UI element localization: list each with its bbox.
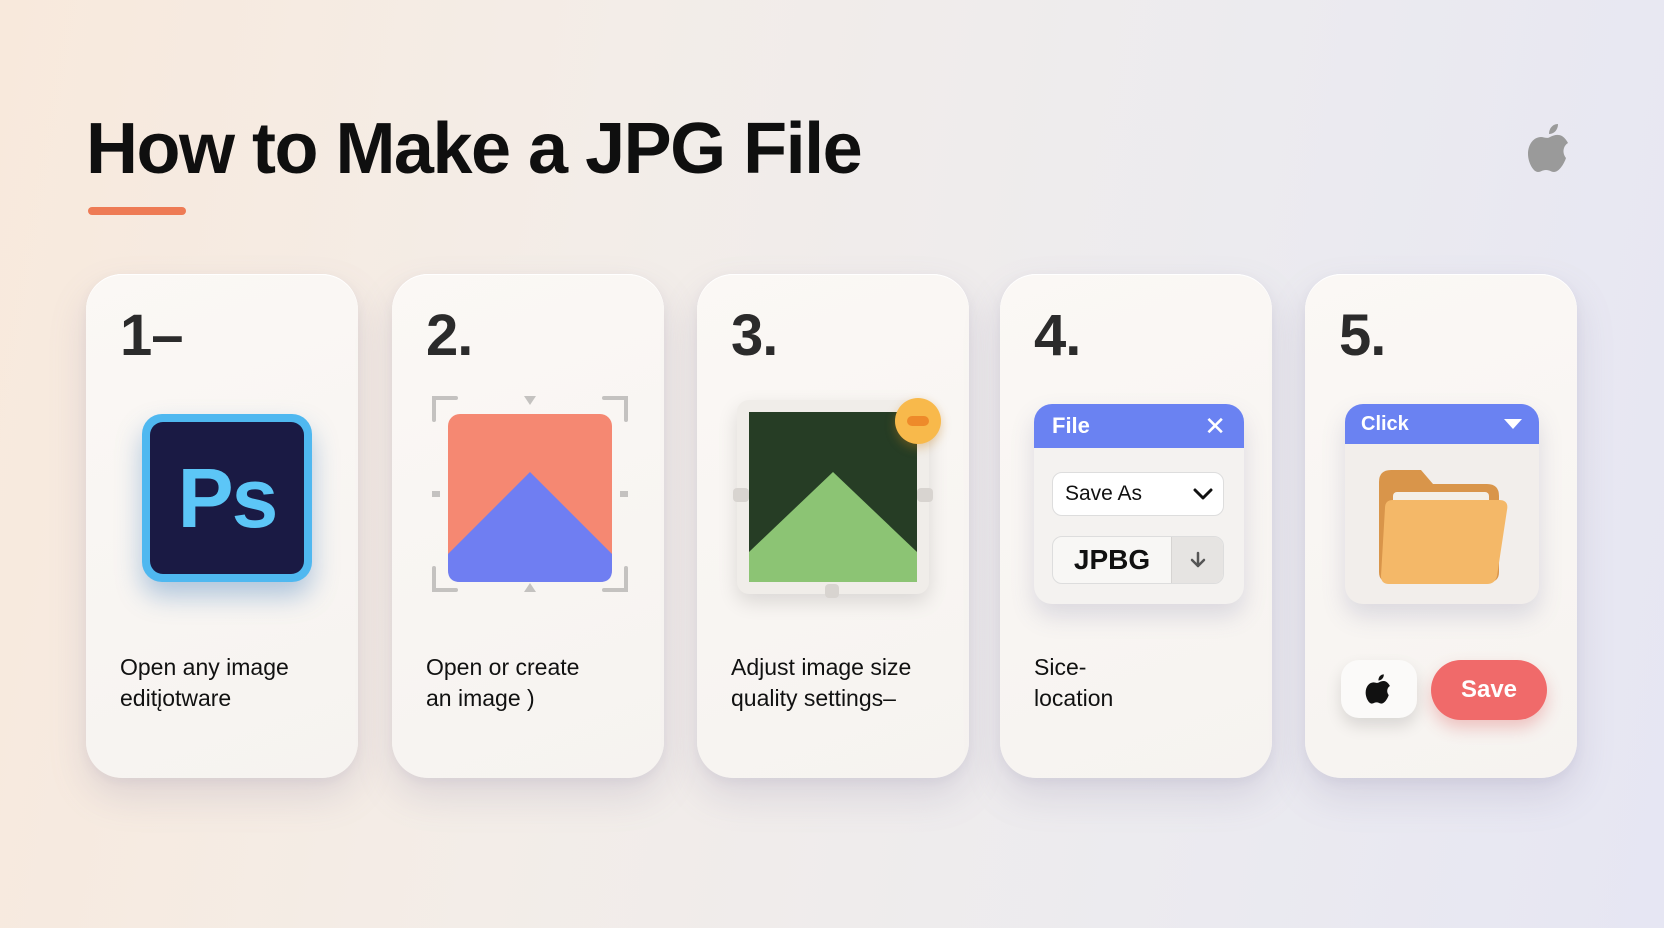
step-description-line: location bbox=[1034, 685, 1114, 711]
save-dialog: File ✕ Save As JPBG bbox=[1034, 404, 1244, 604]
close-icon[interactable]: ✕ bbox=[1204, 413, 1226, 439]
apple-logo-icon bbox=[1528, 124, 1568, 172]
image-crop-icon bbox=[432, 396, 628, 592]
dialog-header: File ✕ bbox=[1034, 404, 1244, 448]
caret-down-icon bbox=[1504, 419, 1522, 429]
step-description-line: an image ) bbox=[426, 685, 535, 711]
step-card-1: 1– Ps Open any image editįotware bbox=[86, 274, 358, 778]
dialog-title: File bbox=[1052, 413, 1090, 438]
step-card-4: 4. File ✕ Save As JPBG Sice- location bbox=[1000, 274, 1272, 778]
step-description: Open any image editįotware bbox=[120, 652, 350, 714]
save-as-label: Save As bbox=[1065, 482, 1143, 505]
step-card-5: 5. Click Save bbox=[1305, 274, 1577, 778]
format-select[interactable]: JPBG bbox=[1052, 536, 1224, 584]
save-button[interactable]: Save bbox=[1431, 660, 1547, 720]
step-description: Adjust image size quality settings– bbox=[731, 652, 961, 714]
step-description-line: Open any image bbox=[120, 654, 289, 680]
page-title: How to Make a JPG File bbox=[86, 109, 863, 189]
step-number: 3. bbox=[731, 303, 778, 368]
step-card-3: 3. Adjust image size quality settings– bbox=[697, 274, 969, 778]
step-description-line: Adjust image size bbox=[731, 654, 912, 680]
resize-handle-bottom[interactable] bbox=[825, 584, 839, 598]
save-as-dropdown[interactable]: Save As bbox=[1052, 472, 1224, 516]
step-description: Sice- location bbox=[1034, 652, 1264, 714]
photoshop-icon: Ps bbox=[142, 414, 312, 582]
step-number: 5. bbox=[1339, 303, 1386, 368]
photoshop-icon-text: Ps bbox=[150, 422, 304, 574]
folder-panel-title: Click bbox=[1361, 412, 1409, 435]
step-number: 2. bbox=[426, 303, 473, 368]
title-underline bbox=[88, 207, 186, 215]
step-number: 4. bbox=[1034, 303, 1081, 368]
step-description-line: quality settings– bbox=[731, 685, 896, 711]
format-value: JPBG bbox=[1073, 544, 1151, 575]
apple-icon bbox=[1365, 674, 1390, 704]
folder-panel: Click bbox=[1345, 404, 1539, 604]
step-description-line: Open or create bbox=[426, 654, 580, 680]
settings-toggle-icon[interactable] bbox=[895, 398, 941, 444]
step-card-2: 2. Open or create an image ) bbox=[392, 274, 664, 778]
folder-panel-header[interactable]: Click bbox=[1345, 404, 1539, 444]
resize-handle-right[interactable] bbox=[917, 488, 933, 502]
arrow-down-icon[interactable] bbox=[1171, 537, 1223, 583]
step-description: Open or create an image ) bbox=[426, 652, 656, 714]
chevron-down-icon bbox=[1193, 488, 1213, 500]
resize-handle-left[interactable] bbox=[733, 488, 749, 502]
step-description-line: Sice- bbox=[1034, 654, 1087, 680]
image-adjust-icon bbox=[749, 412, 917, 582]
apple-button[interactable] bbox=[1341, 660, 1417, 718]
step-description-line: editįotware bbox=[120, 685, 232, 711]
folder-icon bbox=[1379, 470, 1508, 584]
step-number: 1– bbox=[120, 303, 184, 368]
